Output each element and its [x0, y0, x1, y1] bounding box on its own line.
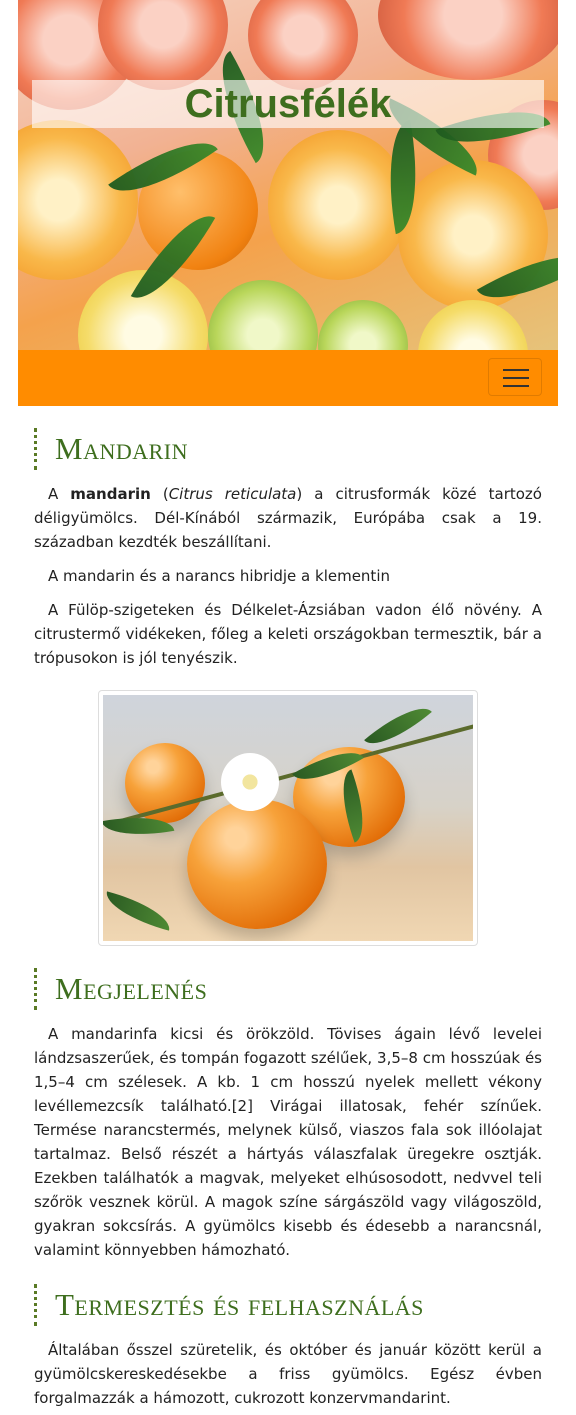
blood-orange-slice-image: [248, 0, 358, 90]
orange-slice-image: [268, 130, 408, 280]
paragraph: A Fülöp-szigeteken és Délkelet-Ázsiában …: [34, 601, 542, 667]
section-heading: Termesztés és felhasználás: [34, 1284, 542, 1326]
orange-blossom-image: [221, 753, 279, 811]
text: A: [48, 485, 71, 503]
menu-icon: [503, 369, 529, 371]
lime-slice-image: [208, 280, 318, 350]
section-heading: Mandarin: [34, 428, 542, 470]
orange-slice-image: [18, 120, 138, 280]
page-container: Citrusfélék Mandarin A mandarin (Citrus …: [18, 0, 558, 1410]
section-termesztes: Termesztés és felhasználás Általában őss…: [18, 1284, 558, 1410]
paragraph: Általában ősszel szüretelik, és október …: [34, 1341, 542, 1407]
paragraph: A mandarin (Citrus reticulata) a citrusf…: [34, 482, 542, 554]
blood-orange-slice-image: [378, 0, 558, 80]
menu-toggle-button[interactable]: [488, 358, 542, 396]
paragraph: A mandarinfa kicsi és örökzöld. Tövises …: [34, 1025, 542, 1259]
navbar: [18, 350, 558, 406]
menu-icon: [503, 385, 529, 387]
lime-slice-image: [318, 300, 408, 350]
menu-icon: [503, 377, 529, 379]
section-mandarin: Mandarin A mandarin (Citrus reticulata) …: [18, 428, 558, 946]
section-heading: Megjelenés: [34, 968, 542, 1010]
text: (: [150, 485, 169, 503]
bold-term: mandarin: [70, 485, 151, 503]
mandarin-photo: [98, 690, 478, 946]
section-megjelenes: Megjelenés A mandarinfa kicsi és örökzöl…: [18, 968, 558, 1262]
scientific-name: Citrus reticulata: [168, 485, 297, 503]
leaf-image: [103, 891, 175, 931]
lemon-slice-image: [418, 300, 528, 350]
mandarin-image: [187, 799, 327, 929]
paragraph: A mandarin és a narancs hibridje a kleme…: [48, 567, 390, 585]
photo-image: [103, 695, 473, 941]
hero-banner: Citrusfélék: [18, 0, 558, 350]
site-title: Citrusfélék: [32, 80, 544, 128]
